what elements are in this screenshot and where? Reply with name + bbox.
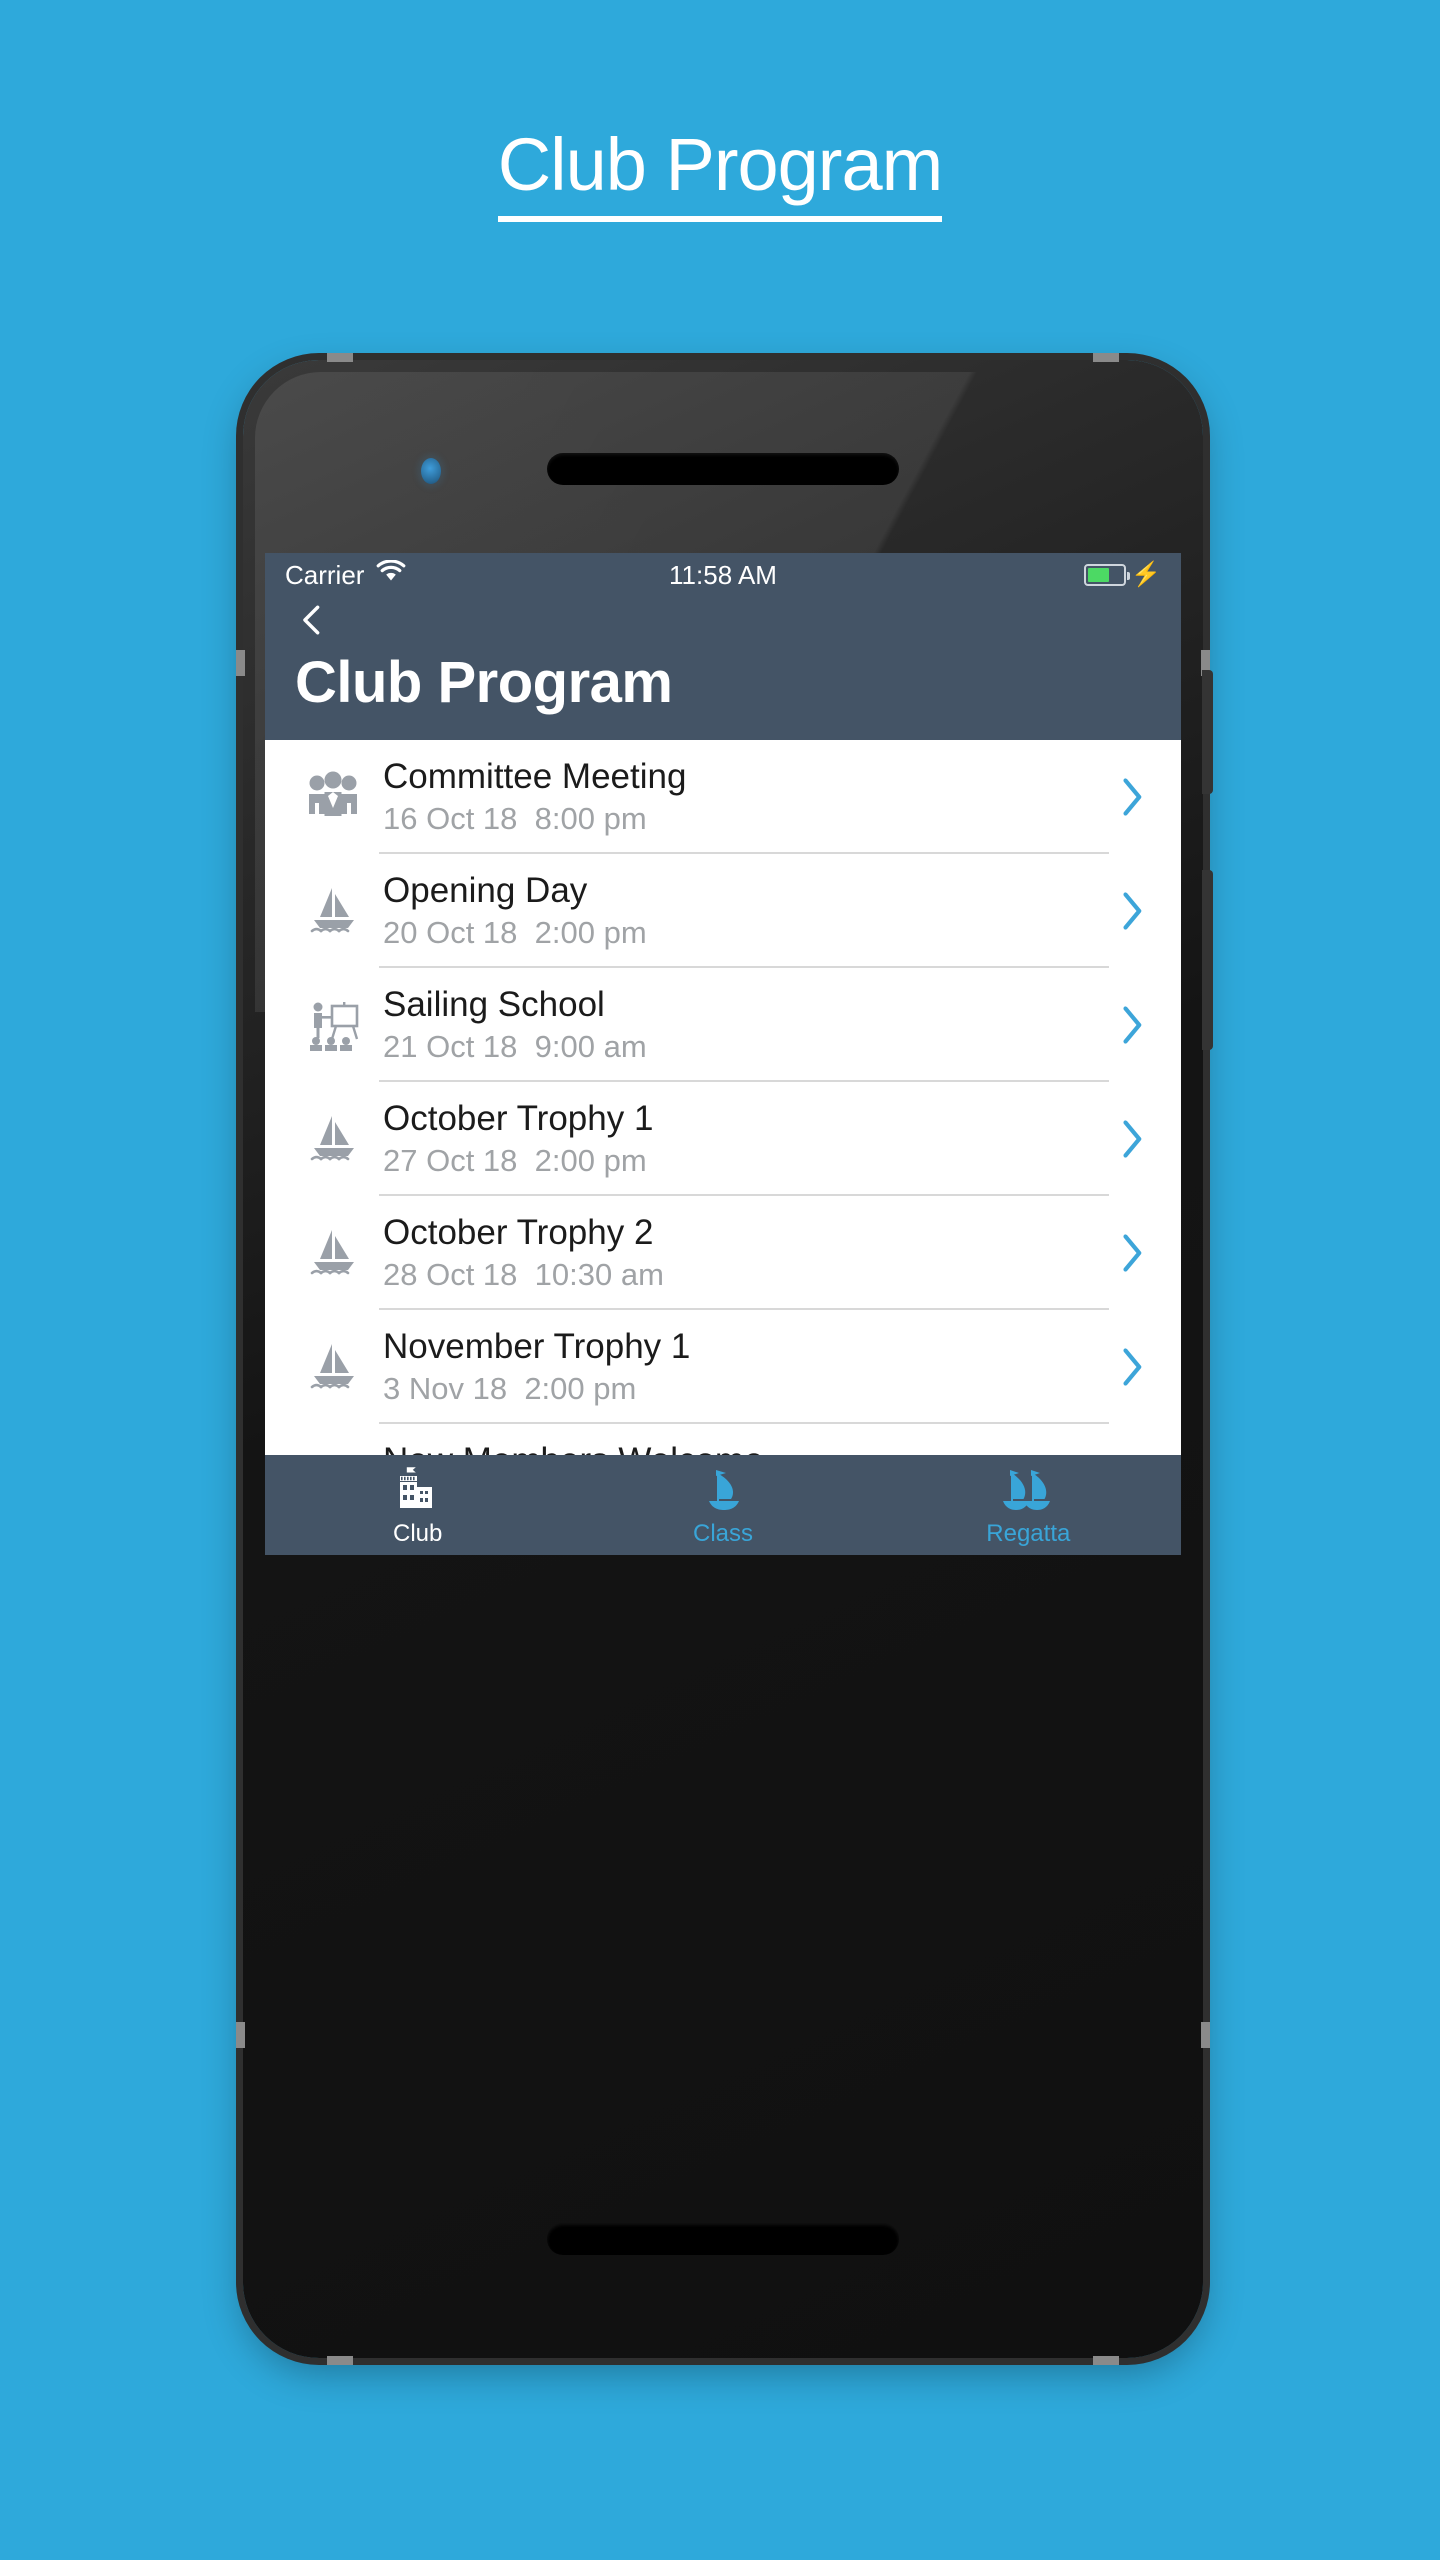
antenna-nub [327,353,353,362]
page-title-text: Club Program [497,128,943,222]
event-title: October Trophy 2 [383,1212,654,1252]
list-item[interactable]: Sailing School 21 Oct 18 9:00 am [265,968,1181,1082]
chevron-right-icon[interactable] [1099,1231,1163,1275]
nav-bar: Club Program [265,597,1181,740]
event-datetime: 20 Oct 18 2:00 pm [383,915,647,951]
event-datetime: 28 Oct 18 10:30 am [383,1257,664,1293]
event-title: Opening Day [383,870,588,910]
event-title: November Trophy 1 [383,1326,691,1366]
event-title: New Members Welcome [383,1440,1099,1455]
people-group-icon [287,771,379,823]
sailboat-icon [287,1226,379,1280]
antenna-nub [1093,2356,1119,2365]
lightning-bolt-icon: ⚡ [1131,561,1161,588]
presentation-icon [287,998,379,1052]
event-title: October Trophy 1 [383,1098,654,1138]
volume-button[interactable] [1202,670,1213,794]
carrier-label: Carrier [285,559,365,590]
event-datetime: 21 Oct 18 9:00 am [383,1029,647,1065]
event-datetime: 16 Oct 18 8:00 pm [383,801,647,837]
sailboat-icon [287,1340,379,1394]
event-datetime: 27 Oct 18 2:00 pm [383,1143,647,1179]
tab-bar: Club Class Regatta [265,1455,1181,1555]
bottom-speaker [547,2223,899,2255]
phone-screen: Carrier 11:58 AM ⚡ Club Program Committe… [265,553,1181,1555]
tab-club[interactable]: Club [265,1465,570,1546]
phone-device-frame: Carrier 11:58 AM ⚡ Club Program Committe… [236,353,1213,2365]
wifi-icon [376,558,406,591]
single-sail-icon [698,1465,748,1518]
list-item[interactable]: New Members Welcome 3 Nov 18 7:00 pm [265,1424,1181,1455]
event-datetime: 3 Nov 18 2:00 pm [383,1371,637,1407]
event-title: Sailing School [383,984,605,1024]
antenna-nub [236,650,245,676]
chevron-left-icon [303,605,320,635]
chevron-right-icon[interactable] [1099,1345,1163,1389]
tab-label: Club [392,1519,443,1547]
double-sail-icon [998,1465,1058,1518]
antenna-nub [327,2356,353,2365]
clubhouse-icon [393,1465,443,1518]
event-list: Committee Meeting 16 Oct 18 8:00 pm Open… [265,739,1181,1455]
champagne-glasses-icon [287,1454,379,1455]
tab-label: Regatta [986,1519,1071,1547]
status-bar: Carrier 11:58 AM ⚡ [265,553,1181,597]
list-item[interactable]: Opening Day 20 Oct 18 2:00 pm [265,854,1181,968]
sailboat-icon [287,884,379,938]
battery-icon [1084,564,1131,586]
earpiece-speaker [547,453,899,485]
antenna-nub [1201,2022,1210,2048]
tab-label: Class [692,1519,753,1547]
back-button[interactable] [295,603,1151,637]
list-item[interactable]: October Trophy 2 28 Oct 18 10:30 am [265,1196,1181,1310]
list-item[interactable]: Committee Meeting 16 Oct 18 8:00 pm [265,740,1181,854]
front-camera-icon [421,458,441,484]
page-title: Club Program [0,128,1440,222]
nav-title: Club Program [295,650,673,715]
antenna-nub [236,2022,245,2048]
list-item[interactable]: November Trophy 1 3 Nov 18 2:00 pm [265,1310,1181,1424]
antenna-nub [1093,353,1119,362]
event-title: Committee Meeting [383,756,687,796]
tab-regatta[interactable]: Regatta [876,1465,1181,1546]
tab-class[interactable]: Class [570,1465,875,1546]
chevron-right-icon[interactable] [1099,1117,1163,1161]
chevron-right-icon[interactable] [1099,889,1163,933]
chevron-right-icon[interactable] [1099,775,1163,819]
power-button[interactable] [1202,870,1213,1050]
sailboat-icon [287,1112,379,1166]
chevron-right-icon[interactable] [1099,1003,1163,1047]
list-item[interactable]: October Trophy 1 27 Oct 18 2:00 pm [265,1082,1181,1196]
